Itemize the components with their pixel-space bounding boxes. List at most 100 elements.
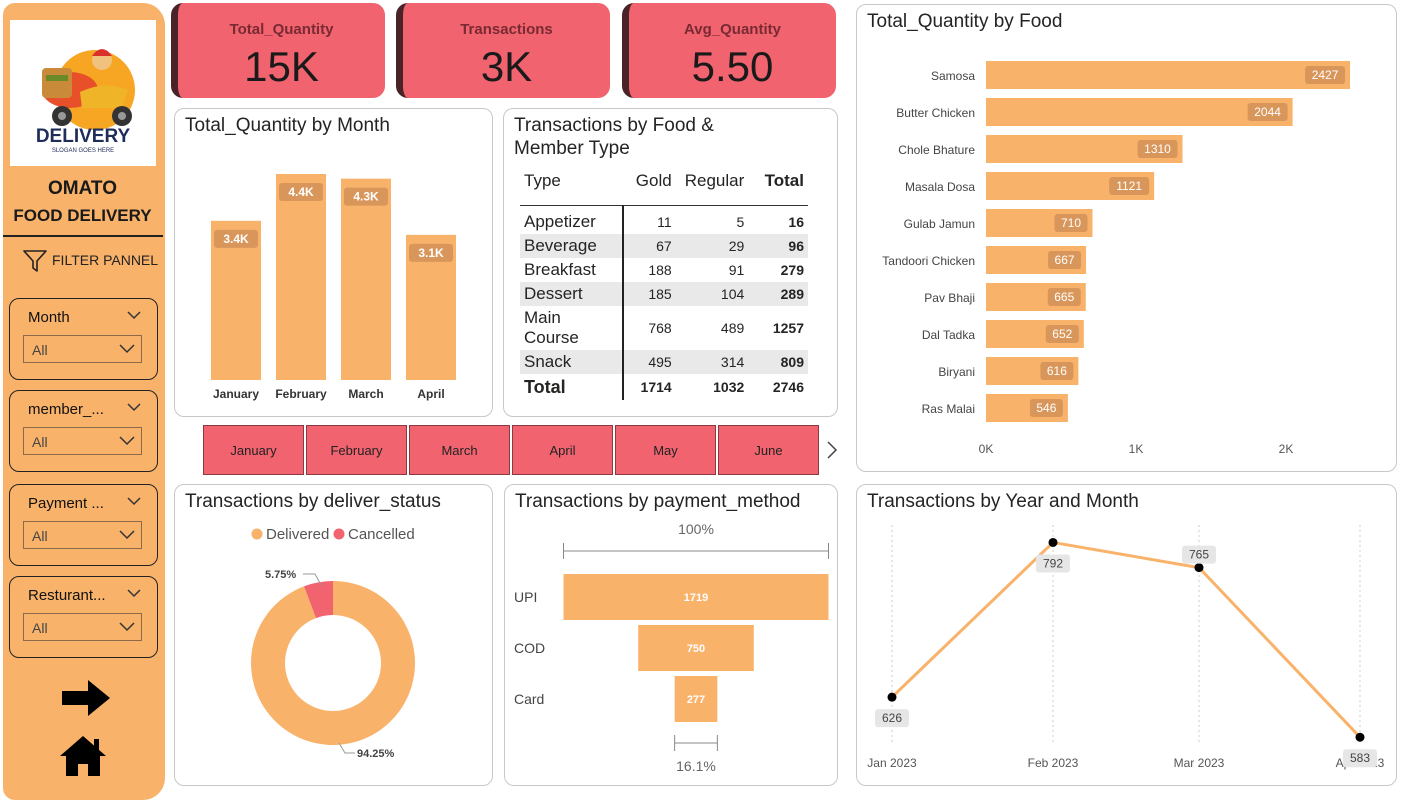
data-label: 750 — [687, 643, 705, 655]
home-icon[interactable] — [58, 734, 108, 778]
delivery-scooter-logo: DELIVERY SLOGAN GOES HERE — [36, 49, 135, 154]
column-header: Regular — [675, 167, 749, 206]
top-percent-label: 100% — [678, 521, 714, 537]
logo-text: DELIVERY — [36, 126, 131, 147]
dropdown-value: All — [32, 434, 48, 450]
arrow-right-icon[interactable] — [60, 678, 112, 718]
cell-value: 1257 — [772, 320, 804, 336]
slicer-label: Month — [28, 309, 70, 326]
table-row: Dessert 185 104 289 — [520, 282, 808, 306]
table-row: Breakfast 188 91 279 — [520, 258, 808, 282]
cell-value: 5 — [736, 214, 745, 230]
member-dropdown[interactable]: All — [23, 427, 142, 455]
category-label: Dal Tadka — [922, 328, 975, 342]
category-label: Masala Dosa — [905, 180, 975, 194]
month-button-february[interactable]: February — [306, 425, 407, 475]
category-label: Biryani — [938, 365, 975, 379]
series-line — [890, 540, 1362, 739]
data-label: 1121 — [1116, 179, 1142, 193]
restaurant-dropdown[interactable]: All — [23, 613, 142, 641]
month-button-april[interactable]: April — [512, 425, 613, 475]
matrix-panel: Transactions by Food & Member Type Type G… — [503, 108, 838, 417]
data-label: 792 — [1043, 556, 1063, 570]
row-label: Appetizer — [520, 205, 625, 234]
category-label: Pav Bhaji — [924, 291, 975, 305]
data-label: 2044 — [1254, 105, 1281, 119]
x-tick-label: Feb 2023 — [1028, 756, 1079, 770]
chevron-down-icon — [119, 344, 135, 354]
category-label: COD — [514, 640, 545, 656]
table-row: Beverage 67 29 96 — [520, 234, 808, 258]
data-label: 1719 — [684, 592, 708, 604]
brand-name: OMATO — [48, 178, 117, 199]
table-row: Appetizer 11 5 16 — [520, 205, 808, 234]
month-slicer[interactable]: Month All — [9, 298, 158, 380]
row-label: Beverage — [520, 234, 625, 258]
kpi-value: 15K — [244, 43, 319, 90]
chevron-down-icon[interactable] — [127, 311, 141, 320]
cell-value: 495 — [648, 354, 672, 370]
slice-label: 94.25% — [357, 748, 395, 760]
cell-value: 104 — [720, 286, 745, 302]
restaurant-slicer[interactable]: Resturant... All — [9, 576, 158, 658]
data-label: 4.3K — [353, 190, 379, 204]
cell-value: 314 — [720, 354, 745, 370]
matrix-title-line2: Member Type — [514, 138, 630, 159]
kpi-title: Total_Quantity — [229, 21, 334, 38]
month-button-may[interactable]: May — [615, 425, 716, 475]
food-chart-panel: Total_Quantity by Food Samosa 2427 Butter … — [856, 4, 1397, 472]
category-label: UPI — [514, 589, 537, 605]
month-dropdown[interactable]: All — [23, 335, 142, 363]
row-label: Breakfast — [520, 258, 625, 282]
cell-value: 16 — [788, 214, 804, 230]
category-label: Card — [514, 691, 544, 707]
chevron-down-icon[interactable] — [127, 497, 141, 506]
donut-panel: Transactions by deliver_status Delivered… — [174, 484, 493, 786]
category-label: Gulab Jamun — [904, 217, 975, 231]
kpi-card-transactions: Transactions 3K — [396, 3, 610, 98]
x-tick-label: March — [348, 387, 383, 401]
data-label: 710 — [1061, 216, 1081, 230]
column-header: Gold — [623, 167, 676, 206]
cell-value: 809 — [780, 354, 804, 370]
month-button-january[interactable]: January — [203, 425, 304, 475]
filter-panel-title: FILTER PANNEL — [52, 252, 159, 268]
data-label: 277 — [687, 694, 705, 706]
row-label: Main Course — [520, 306, 625, 350]
x-tick-label: February — [275, 387, 327, 401]
total-value: 1714 — [640, 379, 672, 395]
cell-value: 289 — [780, 286, 804, 302]
matrix-title: Transactions by Food & Member Type — [514, 114, 714, 160]
kpi-title: Avg_Quantity — [684, 21, 781, 38]
category-label: Ras Malai — [922, 402, 975, 416]
cell-value: 11 — [657, 214, 672, 230]
column-header: Total — [748, 167, 808, 206]
payment-dropdown[interactable]: All — [23, 521, 142, 549]
chevron-down-icon[interactable] — [127, 403, 141, 412]
cell-value: 96 — [788, 238, 804, 254]
chevron-down-icon — [119, 622, 135, 632]
kpi-card-total-quantity: Total_Quantity 15K — [171, 3, 385, 98]
legend-marker — [251, 528, 263, 540]
cell-value: 91 — [728, 262, 745, 278]
data-label: 652 — [1052, 327, 1072, 341]
cell-value: 67 — [656, 238, 672, 254]
dropdown-value: All — [32, 528, 48, 544]
chevron-right-icon[interactable] — [825, 440, 839, 460]
line-chart-panel: Transactions by Year and Month Jan 2023 F… — [856, 484, 1397, 786]
data-label: 4.4K — [288, 185, 314, 199]
chevron-down-icon[interactable] — [127, 589, 141, 598]
data-point — [1194, 563, 1204, 573]
payment-slicer[interactable]: Payment ... All — [9, 484, 158, 566]
kpi-value: 3K — [480, 43, 533, 90]
slice-label: 5.75% — [265, 569, 296, 581]
month-button-march[interactable]: March — [409, 425, 510, 475]
member-slicer[interactable]: member_... All — [9, 390, 158, 472]
kpi-value: 5.50 — [691, 43, 774, 90]
x-tick-label: April — [417, 387, 444, 401]
data-label: 3.1K — [418, 246, 444, 260]
cell-value: 185 — [648, 286, 672, 302]
matrix-grid: Type Gold Regular Total Appetizer 11 5 16 Bevera… — [520, 167, 808, 400]
month-button-june[interactable]: June — [718, 425, 819, 475]
slicer-label: Resturant... — [28, 587, 106, 604]
